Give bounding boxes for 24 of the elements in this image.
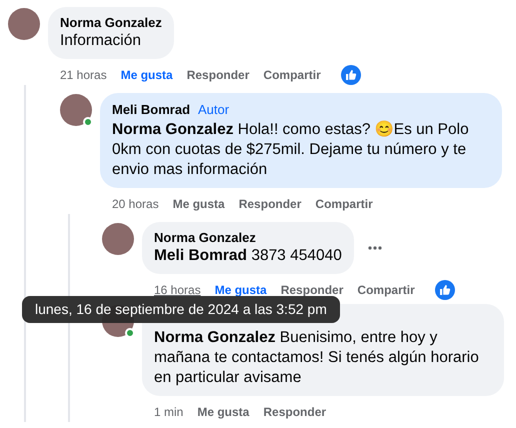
timestamp-link[interactable]: 21 horas bbox=[60, 66, 107, 84]
comment-text: Norma Gonzalez Hola!! como estas? 😊Es un Polo 0km con cuotas de $275mil. Dejame tu número y te envio mas información bbox=[112, 120, 470, 180]
like-link[interactable]: Me gusta bbox=[172, 194, 225, 212]
comment-text: Norma Gonzalez Buenisimo, entre hoy y mañana te contactamos! Si tenés algún horario en particular avisame bbox=[154, 328, 480, 388]
timestamp-tooltip: lunes, 16 de septiembre de 2024 a las 3:52 pm bbox=[22, 296, 340, 322]
author-name[interactable]: Norma Gonzalez bbox=[154, 228, 256, 246]
comment-text: Información bbox=[60, 31, 142, 51]
reply-link[interactable]: Responder bbox=[280, 280, 344, 298]
timestamp-link[interactable]: 20 horas bbox=[112, 194, 159, 212]
like-link[interactable]: Me gusta bbox=[120, 66, 173, 84]
share-link[interactable]: Compartir bbox=[315, 194, 373, 212]
share-link[interactable]: Compartir bbox=[357, 280, 415, 298]
reply-link[interactable]: Responder bbox=[263, 402, 326, 420]
share-link[interactable]: Compartir bbox=[263, 66, 321, 84]
author-name[interactable]: Meli Bomrad bbox=[112, 101, 190, 118]
author-name[interactable]: Norma Gonzalez bbox=[60, 14, 162, 31]
reply-link[interactable]: Responder bbox=[238, 194, 302, 212]
timestamp-link[interactable]: 1 min bbox=[154, 402, 184, 420]
author-label: Autor bbox=[198, 101, 230, 119]
reply-link[interactable]: Responder bbox=[186, 66, 250, 84]
like-link[interactable]: Me gusta bbox=[214, 280, 267, 298]
comment-text: Meli Bomrad 3873 454040 bbox=[154, 246, 342, 266]
like-link[interactable]: Me gusta bbox=[197, 402, 250, 420]
timestamp-link[interactable]: 16 horas bbox=[154, 280, 201, 298]
